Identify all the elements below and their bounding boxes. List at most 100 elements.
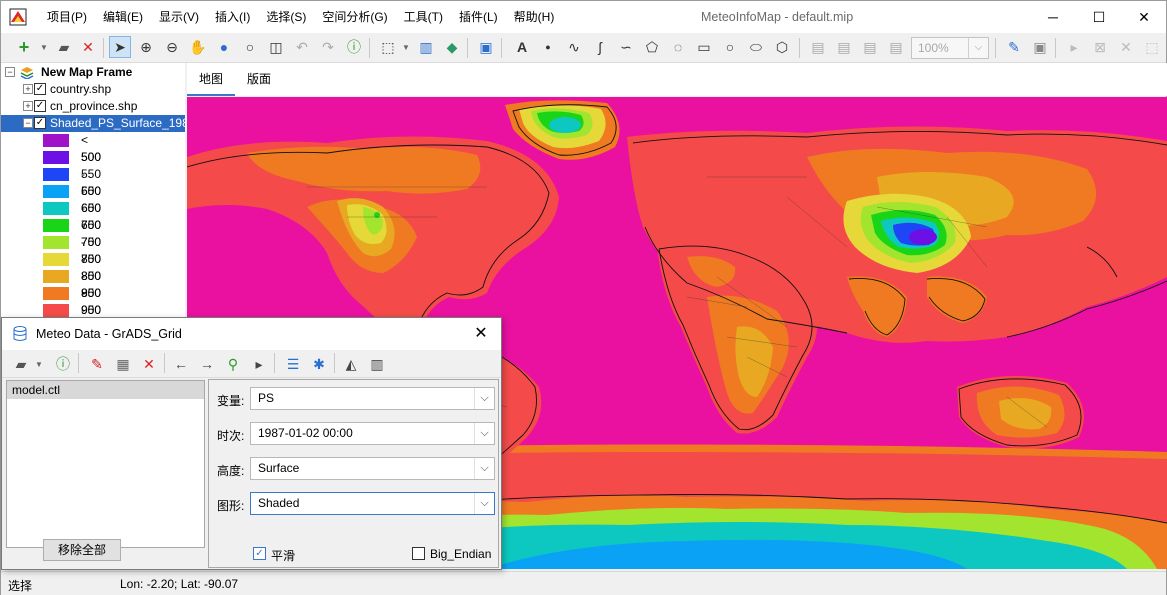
undo-icon[interactable]: ↶ [291,36,313,58]
animate-icon[interactable]: ⚲ [222,353,244,375]
graphic-type-select[interactable]: Shaded ⌵ [250,492,495,515]
dialog-close-button[interactable]: ✕ [461,318,501,350]
collapse-icon[interactable]: − [5,67,15,77]
edit-new-icon[interactable]: ▤ [833,36,855,58]
variable-label: 变量: [217,394,245,408]
zoom-combo[interactable]: 100% ⌵ [911,37,989,59]
chevron-down-icon[interactable]: ⌵ [474,458,494,479]
polygon-icon[interactable]: ⬠ [641,36,663,58]
edit-vertex-icon[interactable]: ⬡ [771,36,793,58]
edit-start-icon[interactable]: ▤ [807,36,829,58]
dropdown-icon[interactable]: ▼ [395,36,417,58]
layout-image-icon[interactable]: ▣ [475,36,497,58]
dropdown-icon[interactable]: ▼ [28,353,50,375]
edit-remove-icon[interactable]: ▤ [859,36,881,58]
zoom-to-layer-icon[interactable]: ◫ [265,36,287,58]
point-icon[interactable]: ● [537,36,559,58]
tab-map[interactable]: 地图 [187,63,236,96]
expand-icon[interactable]: + [23,84,33,94]
data-file-list[interactable]: model.ctl [6,380,205,548]
tree-row-layer[interactable]: + ✓ country.shp [1,81,185,98]
next-icon[interactable]: → [196,353,218,375]
label-tag-icon[interactable]: ◆ [441,36,463,58]
tree-row-map-frame[interactable]: − New Map Frame [1,64,185,81]
menu-insert[interactable]: 插入(I) [207,1,258,33]
info-icon[interactable]: ⓘ [52,353,74,375]
maximize-button[interactable]: ☐ [1076,1,1122,33]
curve-icon[interactable]: ∽ [615,36,637,58]
full-extent-globe-icon[interactable]: ● [213,36,235,58]
select-pointer-icon[interactable]: ➤ [109,36,131,58]
edit-data-icon[interactable]: ✎ [86,353,108,375]
delete-feature-icon[interactable]: ⊠ [1089,36,1111,58]
menu-edit[interactable]: 编辑(E) [95,1,151,33]
smooth-checkbox[interactable]: ✓ [253,547,266,560]
curve-polygon-icon[interactable]: ◌ [667,36,689,58]
polyline-icon[interactable]: ∿ [563,36,585,58]
menu-plugins[interactable]: 插件(L) [451,1,506,33]
text-icon[interactable]: A [511,36,533,58]
tree-row-layer[interactable]: + ✓ cn_province.shp [1,98,185,115]
chevron-down-icon[interactable]: ⌵ [474,493,494,514]
menu-view[interactable]: 显示(V) [151,1,207,33]
menu-tools[interactable]: 工具(T) [396,1,451,33]
legend-color-swatch [43,168,69,181]
table-icon[interactable]: ▦ [112,353,134,375]
redo-icon[interactable]: ↷ [317,36,339,58]
close-edit-icon[interactable]: ✕ [1115,36,1137,58]
chart-icon[interactable]: ▥ [366,353,388,375]
graphic-label: 图形: [217,499,245,513]
layer-checkbox[interactable]: ✓ [34,117,46,129]
zoom-out-icon[interactable]: ⊖ [161,36,183,58]
menu-help[interactable]: 帮助(H) [506,1,563,33]
run-icon[interactable]: ▸ [1063,36,1085,58]
remove-all-button[interactable]: 移除全部 [43,539,121,561]
dialog-title: Meteo Data - GrADS_Grid [36,327,182,341]
variable-select[interactable]: PS ⌵ [250,387,495,410]
menu-spatial-analysis[interactable]: 空间分析(G) [314,1,395,33]
big-endian-checkbox[interactable] [412,547,425,560]
layer-checkbox[interactable]: ✓ [34,100,46,112]
dialog-toolbar: ▰ ▼ ⓘ ✎ ▦ ✕ ← → ⚲ ▸ ☰ ✱ ◭ ▥ [2,350,501,378]
close-button[interactable]: ✕ [1121,1,1167,33]
edit-tool-icon[interactable]: ▤ [885,36,907,58]
circle-icon[interactable]: ○ [719,36,741,58]
chevron-down-icon[interactable]: ⌵ [474,423,494,444]
pencil-edit-icon[interactable]: ✎ [1003,36,1025,58]
open-folder-icon[interactable]: ▰ [53,36,75,58]
delete-icon[interactable]: ✕ [138,353,160,375]
file-list-item[interactable]: model.ctl [7,381,204,399]
legend-color-swatch [43,253,69,266]
chevron-down-icon[interactable]: ⌵ [474,388,494,409]
section-plot-icon[interactable]: ◭ [340,353,362,375]
more-icon[interactable]: ⬚ [1141,36,1163,58]
identify-icon[interactable]: ⓘ [343,36,365,58]
pan-hand-icon[interactable]: ✋ [187,36,209,58]
list-icon[interactable]: ☰ [282,353,304,375]
expand-icon[interactable]: + [23,101,33,111]
tab-layout[interactable]: 版面 [235,63,283,96]
chevron-down-icon[interactable]: ⌵ [968,38,988,58]
level-select[interactable]: Surface ⌵ [250,457,495,480]
save-edits-icon[interactable]: ▣ [1029,36,1051,58]
menu-project[interactable]: 项目(P) [39,1,95,33]
magnifier-icon[interactable]: ○ [239,36,261,58]
title-bar: 项目(P) 编辑(E) 显示(V) 插入(I) 选择(S) 空间分析(G) 工具… [1,1,1166,33]
add-layer-icon[interactable]: + [13,36,35,58]
freehand-icon[interactable]: ʃ [589,36,611,58]
dropdown-icon[interactable]: ▼ [33,36,55,58]
rectangle-icon[interactable]: ▭ [693,36,715,58]
tree-row-layer-selected[interactable]: − ✓ Shaded_PS_Surface_1987 [1,115,185,132]
layer-checkbox[interactable]: ✓ [34,83,46,95]
zoom-in-icon[interactable]: ⊕ [135,36,157,58]
remove-layer-icon[interactable]: ✕ [77,36,99,58]
menu-select[interactable]: 选择(S) [258,1,314,33]
attribute-table-icon[interactable]: ▥ [415,36,437,58]
minimize-button[interactable]: ─ [1030,1,1076,33]
settings-icon[interactable]: ✱ [308,353,330,375]
prev-icon[interactable]: ← [170,353,192,375]
play-icon[interactable]: ▸ [248,353,270,375]
ellipse-icon[interactable]: ⬭ [745,36,767,58]
collapse-icon[interactable]: − [23,118,33,128]
time-select[interactable]: 1987-01-02 00:00 ⌵ [250,422,495,445]
